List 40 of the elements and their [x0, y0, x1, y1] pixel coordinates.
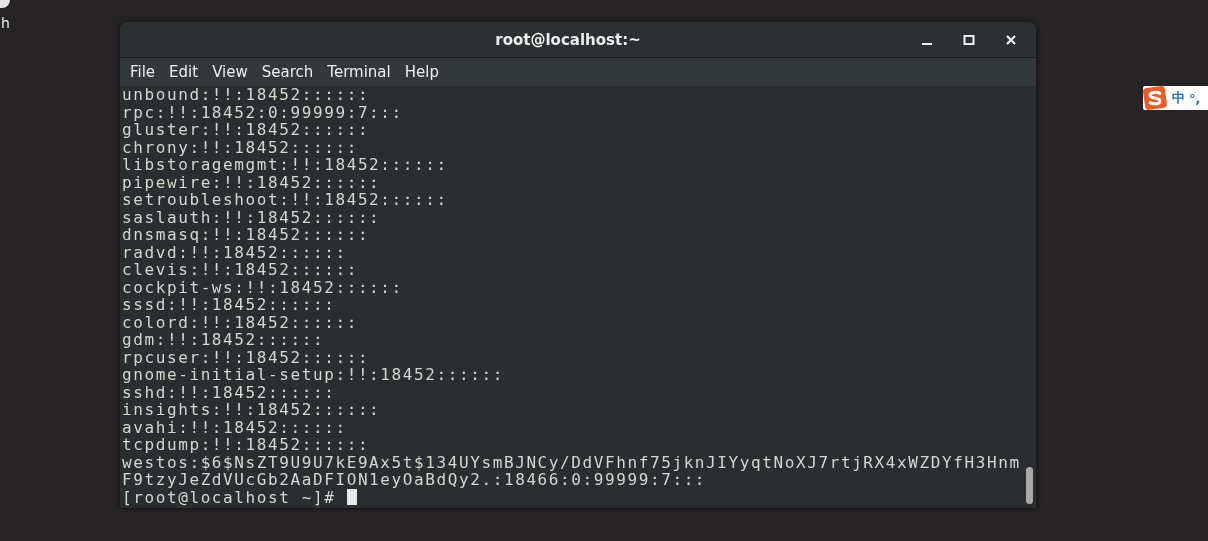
terminal-line: avahi:!!:18452:::::: — [122, 418, 347, 436]
terminal-line: gdm:!!:18452:::::: — [122, 331, 325, 349]
terminal-line: westos:$6$NsZT9U9U7kE9Ax5t$134UYsmBJNCy/DdVFhnf75jknJIYyqtNoXJ7rtjRX4xWZDYfH3Hnm — [122, 453, 1021, 471]
scrollbar-thumb[interactable] — [1026, 467, 1033, 504]
menu-item[interactable]: File — [123, 58, 163, 86]
ime-logo-icon[interactable] — [1142, 85, 1168, 111]
terminal-line: unbound:!!:18452:::::: — [122, 86, 370, 104]
terminal-line: sssd:!!:18452:::::: — [122, 296, 336, 314]
terminal-line: colord:!!:18452:::::: — [122, 313, 358, 331]
terminal-line: chrony:!!:18452:::::: — [122, 138, 358, 156]
terminal-line: insights:!!:18452:::::: — [122, 401, 381, 419]
terminal-line: tcpdump:!!:18452:::::: — [122, 436, 370, 454]
terminal-line: setroubleshoot:!!:18452:::::: — [122, 191, 448, 209]
window-title: root@localhost:~ — [494, 30, 642, 49]
punctuation-mode-label[interactable]: °, — [1189, 90, 1201, 106]
terminal-line: clevis:!!:18452:::::: — [122, 261, 358, 279]
input-mode-label[interactable]: 中 — [1172, 89, 1185, 107]
terminal-line: rpc:!!:18452:0:99999:7::: — [122, 103, 403, 121]
terminal-line: saslauth:!!:18452:::::: — [122, 208, 381, 226]
minimize-icon — [921, 42, 933, 45]
terminal-line: radvd:!!:18452:::::: — [122, 243, 347, 261]
menu-item[interactable]: Terminal — [320, 58, 398, 86]
terminal-line: pipewire:!!:18452:::::: — [122, 173, 381, 191]
terminal-line: rpcuser:!!:18452:::::: — [122, 348, 370, 366]
shell-prompt: [root@localhost ~]# — [122, 488, 336, 506]
menu-item[interactable]: Edit — [162, 58, 206, 86]
text-cursor — [346, 489, 357, 506]
terminal-line: gnome-initial-setup:!!:18452:::::: — [122, 366, 504, 384]
close-icon — [1005, 33, 1017, 46]
terminal-line: cockpit-ws:!!:18452:::::: — [122, 278, 403, 296]
menu-item[interactable]: View — [205, 58, 255, 86]
terminal-line: dnsmasq:!!:18452:::::: — [122, 226, 370, 244]
maximize-icon — [963, 33, 975, 46]
menu-item[interactable]: Help — [397, 58, 446, 86]
desktop-icon-label: h — [1, 15, 10, 31]
menu-item[interactable]: Search — [254, 58, 321, 86]
terminal-line: gluster:!!:18452:::::: — [122, 121, 370, 139]
terminal-line: sshd:!!:18452:::::: — [122, 383, 336, 401]
terminal-line: libstoragemgmt:!!:18452:::::: — [122, 156, 448, 174]
terminal-line: F9tzyJeZdVUcGb2AaDFION1eyOaBdQy2.:18466:0:99999:7::: — [122, 471, 707, 489]
